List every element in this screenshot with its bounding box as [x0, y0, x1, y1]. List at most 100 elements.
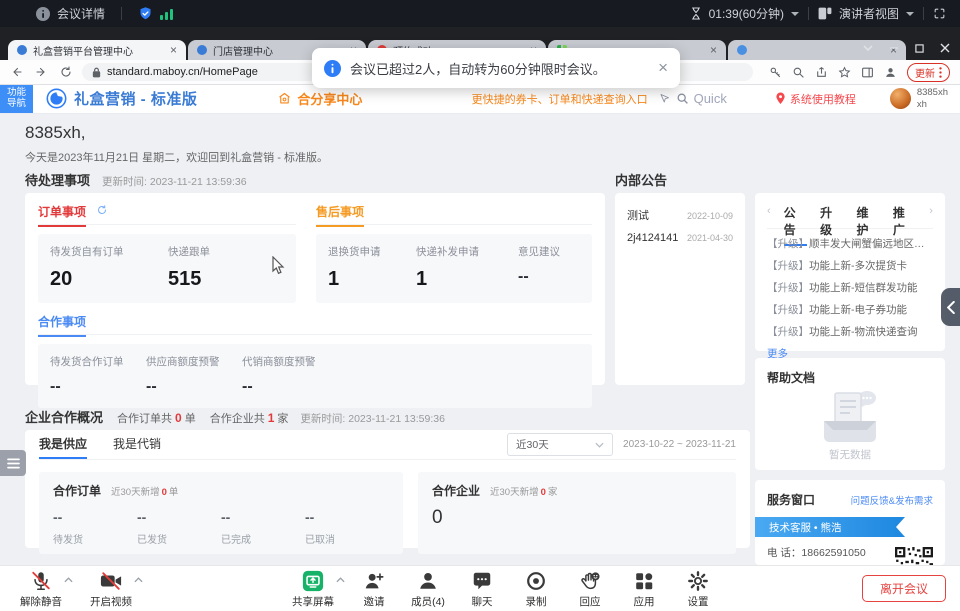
minimize-icon[interactable] [889, 43, 899, 53]
brand-logo-icon [46, 88, 67, 109]
back-icon[interactable] [10, 66, 23, 78]
shop-icon [277, 91, 292, 106]
stat-value[interactable]: 515 [168, 268, 210, 291]
stat-label: 退换货申请 [328, 244, 400, 259]
tab-i-am-supplier[interactable]: 我是供应 [39, 430, 87, 459]
site-favicon [17, 45, 27, 55]
start-video-button[interactable]: 开启视频 [80, 570, 142, 609]
info-icon[interactable] [36, 7, 50, 21]
pending-section-title: 待处理事项 [25, 170, 90, 189]
news-item[interactable]: 【升级】功能上新-短信群发功能 [767, 280, 933, 295]
order-stat[interactable]: --待发货 [53, 509, 137, 546]
tab-i-am-agent[interactable]: 我是代销 [113, 430, 161, 459]
order-stat[interactable]: --已发货 [137, 509, 221, 546]
stat-value[interactable]: -- [242, 378, 316, 396]
notice-item[interactable]: 测试 2022-10-09 [627, 207, 733, 223]
stat-value[interactable]: -- [146, 378, 226, 396]
reload-icon[interactable] [60, 66, 72, 78]
chevron-up-icon[interactable] [336, 577, 345, 583]
settings-button[interactable]: 设置 [670, 570, 726, 609]
phone-number[interactable]: 18662591050 [801, 547, 865, 559]
date-range-text: 2023-10-22 ~ 2023-11-21 [623, 439, 736, 450]
feedback-link[interactable]: 问题反馈&发布需求 [851, 493, 933, 507]
function-nav-button[interactable]: 功能导航 [0, 84, 33, 113]
empty-text: 暂无数据 [829, 447, 871, 462]
invite-icon [363, 570, 385, 592]
meeting-details-label[interactable]: 会议详情 [57, 5, 105, 22]
share-icon[interactable] [815, 66, 828, 79]
members-button[interactable]: 成员(4) [400, 570, 456, 609]
user-account[interactable]: 8385xh xh [890, 87, 948, 110]
companies-value[interactable]: 0 [432, 507, 722, 529]
stat-value[interactable]: -- [518, 268, 560, 286]
float-menu-handle[interactable] [0, 450, 26, 476]
leave-meeting-button[interactable]: 离开会议 [862, 575, 946, 602]
toast-message: 会议已超过2人，自动转为60分钟限时会议。 [350, 59, 606, 78]
stat-label: 供应商额度预警 [146, 354, 226, 369]
next-arrow-icon[interactable]: › [929, 205, 933, 217]
chevron-up-icon[interactable] [64, 577, 73, 583]
maximize-icon[interactable] [915, 44, 924, 53]
refresh-icon[interactable] [96, 204, 108, 216]
lock-icon [92, 67, 101, 78]
tab-coop-items[interactable]: 合作事项 [38, 313, 86, 337]
news-item[interactable]: 【升级】顺丰发大闸蟹偏远地区不成功问... [767, 236, 933, 251]
pending-card: 订单事项 待发货自有订单 20 快递跟单 515 [25, 193, 605, 385]
camera-off-icon [99, 570, 123, 592]
date-range-select[interactable]: 近30天 [507, 433, 613, 456]
close-window-icon[interactable] [940, 43, 950, 53]
quick-search[interactable]: Quick [658, 91, 727, 106]
search-icon [676, 92, 689, 105]
close-tab-icon[interactable]: × [710, 44, 717, 56]
security-shield-icon[interactable] [138, 6, 153, 21]
stat-label: 快递跟单 [168, 244, 210, 259]
tutorial-link[interactable]: 系统使用教程 [775, 91, 856, 107]
chevron-down-icon [906, 12, 914, 16]
fullscreen-icon[interactable] [933, 7, 946, 20]
stat-value[interactable]: 1 [328, 268, 400, 291]
record-button[interactable]: 录制 [508, 570, 564, 609]
stat-value[interactable]: 1 [416, 268, 502, 291]
bookmark-star-icon[interactable] [838, 66, 851, 79]
chat-button[interactable]: 聊天 [454, 570, 510, 609]
tab-order-items[interactable]: 订单事项 [38, 203, 86, 227]
news-item[interactable]: 【升级】功能上新-物流快递查询 [767, 324, 933, 339]
news-item[interactable]: 【升级】功能上新-多次提货卡 [767, 258, 933, 273]
stat-value[interactable]: -- [50, 378, 130, 396]
password-key-icon[interactable] [769, 66, 782, 79]
overview-card: 我是供应 我是代销 近30天 2023-10-22 ~ 2023-11-21 合… [25, 430, 750, 548]
tab-aftersale-items[interactable]: 售后事项 [316, 203, 364, 227]
view-mode-selector[interactable]: 演讲者视图 [818, 5, 914, 22]
share-screen-button[interactable]: 共享屏幕 [282, 570, 344, 609]
stat-value[interactable]: 20 [50, 268, 152, 291]
zoom-icon[interactable] [792, 66, 805, 79]
side-panel-icon[interactable] [861, 66, 874, 79]
toast-close-icon[interactable]: × [658, 58, 668, 78]
pointer-icon [658, 93, 671, 105]
tab-search-icon[interactable] [863, 45, 873, 52]
invite-button[interactable]: 邀请 [346, 570, 402, 609]
mic-muted-icon [30, 570, 52, 592]
chevron-up-icon[interactable] [134, 577, 143, 583]
order-stat[interactable]: --已取消 [305, 509, 389, 546]
meeting-timer[interactable]: 01:39(60分钟) [690, 5, 799, 22]
stat-label: 快递补发申请 [416, 244, 502, 259]
network-signal-icon[interactable] [160, 8, 173, 20]
close-tab-icon[interactable]: × [170, 44, 177, 56]
apps-button[interactable]: 应用 [616, 570, 672, 609]
forward-icon[interactable] [35, 66, 48, 78]
apps-grid-icon [633, 570, 655, 592]
phone-label: 电 话： [767, 547, 801, 559]
share-center-link[interactable]: 合分享中心 [277, 89, 362, 108]
order-stat[interactable]: --已完成 [221, 509, 305, 546]
pending-updated-time: 更新时间: 2023-11-21 13:59:36 [102, 174, 247, 189]
notice-item[interactable]: 2j4124141 2021-04-30 [627, 232, 733, 244]
unmute-button[interactable]: 解除静音 [10, 570, 72, 609]
news-item[interactable]: 【升级】功能上新-电子券功能 [767, 302, 933, 317]
collapse-panel-handle[interactable] [941, 288, 960, 326]
prev-arrow-icon[interactable]: ‹ [767, 205, 771, 217]
profile-icon[interactable] [884, 66, 897, 79]
browser-update-button[interactable]: 更新 [907, 63, 950, 82]
browser-tab[interactable]: 礼盒营销平台管理中心 × [8, 40, 186, 60]
reactions-button[interactable]: 回应 [562, 570, 618, 609]
